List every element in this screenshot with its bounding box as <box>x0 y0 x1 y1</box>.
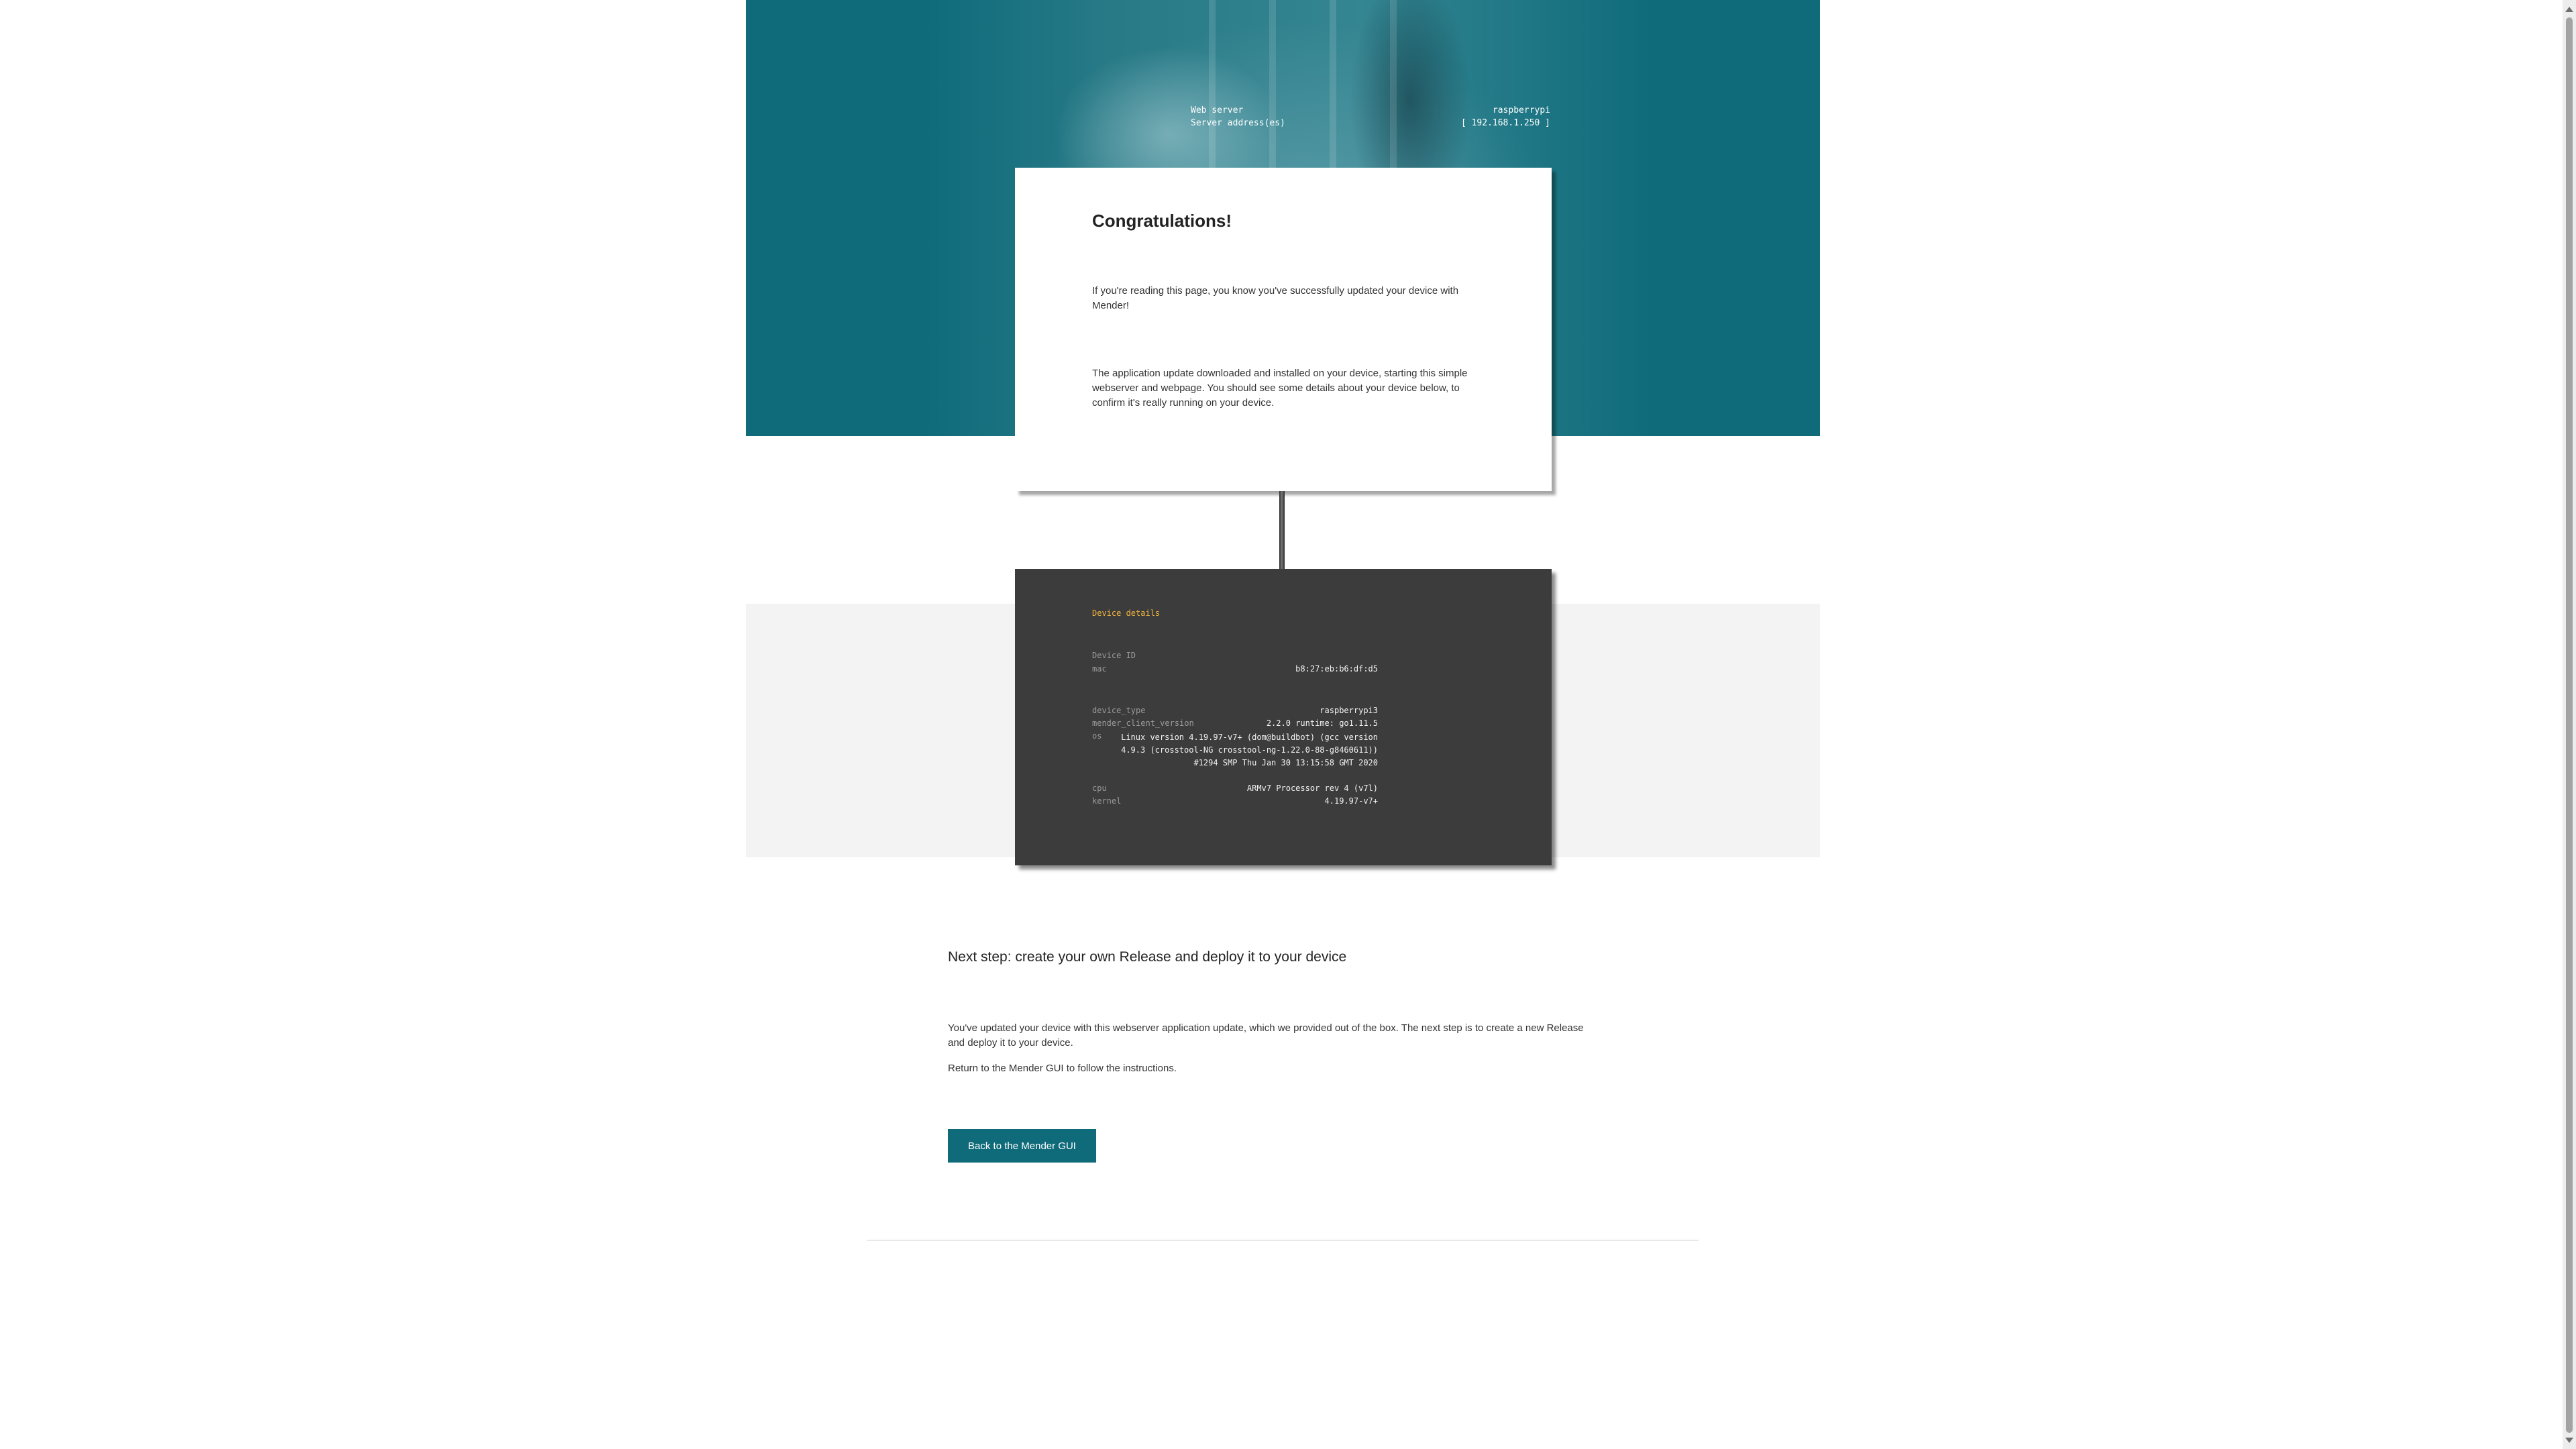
next-step-title: Next step: create your own Release and d… <box>948 949 1347 965</box>
cpu-value: ARMv7 Processor rev 4 (v7l) <box>1246 784 1378 793</box>
scroll-down-arrow-icon[interactable] <box>2565 1438 2573 1443</box>
kernel-key: kernel <box>1092 796 1122 806</box>
os-value: Linux version 4.19.97-v7+ (dom@buildbot)… <box>1121 733 1378 767</box>
cpu-key: cpu <box>1092 784 1107 793</box>
scroll-up-arrow-icon[interactable] <box>2565 7 2573 12</box>
client-version-key: mender_client_version <box>1092 718 1194 728</box>
congrats-title: Congratulations! <box>1092 211 1232 231</box>
web-server-value: raspberrypi <box>1492 105 1550 115</box>
congrats-paragraph-success: If you're reading this page, you know yo… <box>1092 285 1459 311</box>
back-to-mender-gui-button[interactable]: Back to the Mender GUI <box>948 1129 1096 1163</box>
mac-value: b8:27:eb:b6:df:d5 <box>1295 664 1378 674</box>
web-server-label: Web server <box>1191 105 1244 115</box>
device-details-title: Device details <box>1092 608 1161 618</box>
page: Web server raspberrypi Server address(es… <box>0 0 2576 1449</box>
server-address-label: Server address(es) <box>1191 118 1285 128</box>
kernel-value: 4.19.97-v7+ <box>1324 796 1378 806</box>
server-address-value: [ 192.168.1.250 ] <box>1460 118 1550 128</box>
congrats-card: Congratulations! If you're reading this … <box>1015 168 1552 491</box>
device-id-label: Device ID <box>1092 651 1136 660</box>
device-type-value: raspberrypi3 <box>1320 706 1378 715</box>
next-step-paragraph: You've updated your device with this web… <box>948 1022 1584 1049</box>
client-version-value: 2.2.0 runtime: go1.11.5 <box>1266 718 1378 728</box>
device-type-key: device_type <box>1092 706 1146 715</box>
os-key: os <box>1092 731 1102 741</box>
mac-key: mac <box>1092 664 1107 674</box>
device-details-card: Device details Device ID mac b8:27:eb:b6… <box>1015 569 1552 865</box>
card-connector <box>1279 491 1285 569</box>
next-step-instructions: Return to the Mender GUI to follow the i… <box>948 1063 1177 1074</box>
scrollbar-thumb[interactable] <box>2566 17 2573 1433</box>
footer-divider <box>867 1240 1699 1241</box>
congrats-paragraph-details: The application update downloaded and in… <box>1092 368 1468 409</box>
